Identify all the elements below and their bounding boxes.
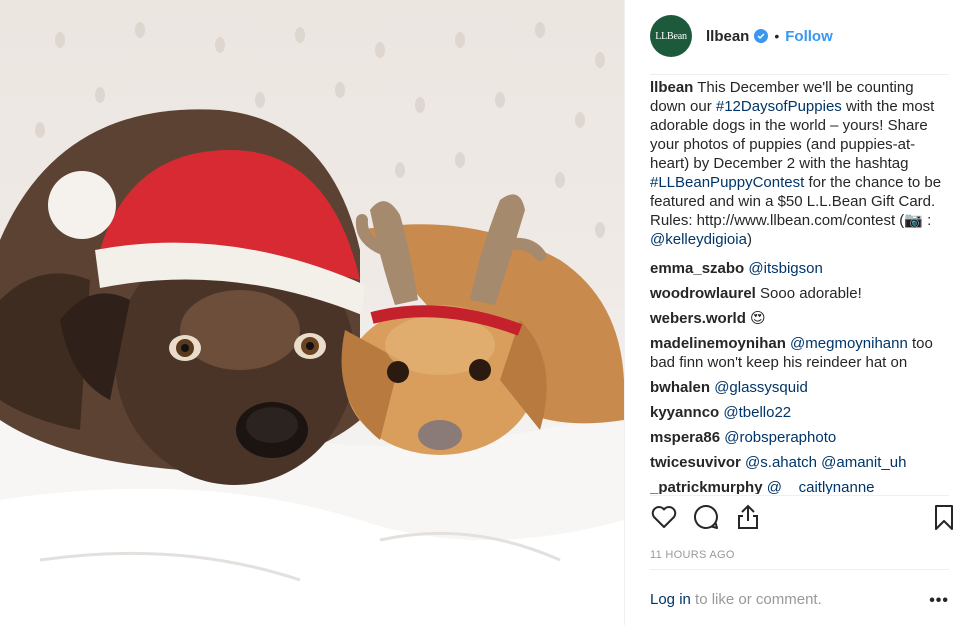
comment-username[interactable]: kyyannco <box>650 404 719 421</box>
comment-item: _patrickmurphy @__caitlynanne <box>650 475 950 494</box>
heart-icon[interactable] <box>650 503 680 533</box>
action-bar <box>650 503 955 537</box>
caption-username[interactable]: llbean <box>650 79 693 96</box>
comment-item: woodrowlaurel Sooo adorable! <box>650 281 950 306</box>
comment-text: Sooo adorable! <box>760 285 862 302</box>
post-sidebar: LLBean llbean • Follow llbean This Decem… <box>624 0 974 625</box>
share-icon[interactable] <box>734 503 764 533</box>
comment-username[interactable]: twicesuvivor <box>650 454 741 471</box>
post-photo[interactable] <box>0 0 624 625</box>
login-prompt-text: to like or comment. <box>690 591 822 608</box>
separator-dot: • <box>774 28 780 44</box>
more-options-icon[interactable]: ••• <box>929 592 949 610</box>
comment-mention[interactable]: @s.ahatch @amanit_uh <box>745 454 906 471</box>
comment-mention[interactable]: @__caitlynanne <box>767 479 875 494</box>
comment-mention[interactable]: @tbello22 <box>723 404 791 421</box>
comment-item: bwhalen @glassysquid <box>650 375 950 400</box>
comment-text: 😍 <box>750 310 766 327</box>
comment-item: emma_szabo @itsbigson <box>650 256 950 281</box>
avatar-text: LLBean <box>655 30 687 42</box>
comment-mention[interactable]: @robsperaphoto <box>724 429 836 446</box>
comment-mention[interactable]: @itsbigson <box>748 260 822 277</box>
caption-text: ) <box>746 231 752 248</box>
comment-item: mspera86 @robsperaphoto <box>650 425 950 450</box>
comment-username[interactable]: bwhalen <box>650 379 710 396</box>
post-caption: llbean This December we'll be counting d… <box>650 78 950 256</box>
divider <box>650 495 949 496</box>
mention-link[interactable]: @kelleydigioia <box>650 231 747 248</box>
hashtag-link[interactable]: #12DaysofPuppies <box>716 98 842 115</box>
speech-bubble-icon[interactable] <box>692 503 722 533</box>
comment-item: twicesuvivor @s.ahatch @amanit_uh <box>650 450 950 475</box>
avatar[interactable]: LLBean <box>650 15 692 57</box>
comment-item: madelinemoynihan @megmoynihann too bad f… <box>650 331 950 375</box>
comment-item: webers.world 😍 <box>650 306 950 331</box>
post-header: LLBean llbean • Follow <box>625 0 974 72</box>
divider <box>650 569 949 570</box>
comment-item: kyyannco @tbello22 <box>650 400 950 425</box>
comment-username[interactable]: webers.world <box>650 310 746 327</box>
comments-list[interactable]: llbean This December we'll be counting d… <box>650 78 950 494</box>
post-timestamp[interactable]: 11 HOURS AGO <box>650 549 735 561</box>
verified-badge-icon <box>754 29 769 43</box>
bookmark-icon[interactable] <box>930 503 960 533</box>
dogs-christmas-photo <box>0 22 624 625</box>
login-prompt: Log in to like or comment. <box>650 591 822 608</box>
comment-username[interactable]: mspera86 <box>650 429 720 446</box>
comment-mention[interactable]: @megmoynihann <box>790 335 908 352</box>
follow-button[interactable]: Follow <box>785 28 833 45</box>
login-link[interactable]: Log in <box>650 591 691 608</box>
comment-username[interactable]: emma_szabo <box>650 260 744 277</box>
header-username[interactable]: llbean <box>706 28 749 45</box>
divider <box>650 74 949 75</box>
comment-username[interactable]: woodrowlaurel <box>650 285 756 302</box>
hashtag-link[interactable]: #LLBeanPuppyContest <box>650 174 804 191</box>
comment-username[interactable]: madelinemoynihan <box>650 335 786 352</box>
comment-mention[interactable]: @glassysquid <box>714 379 808 396</box>
comment-username[interactable]: _patrickmurphy <box>650 479 763 494</box>
